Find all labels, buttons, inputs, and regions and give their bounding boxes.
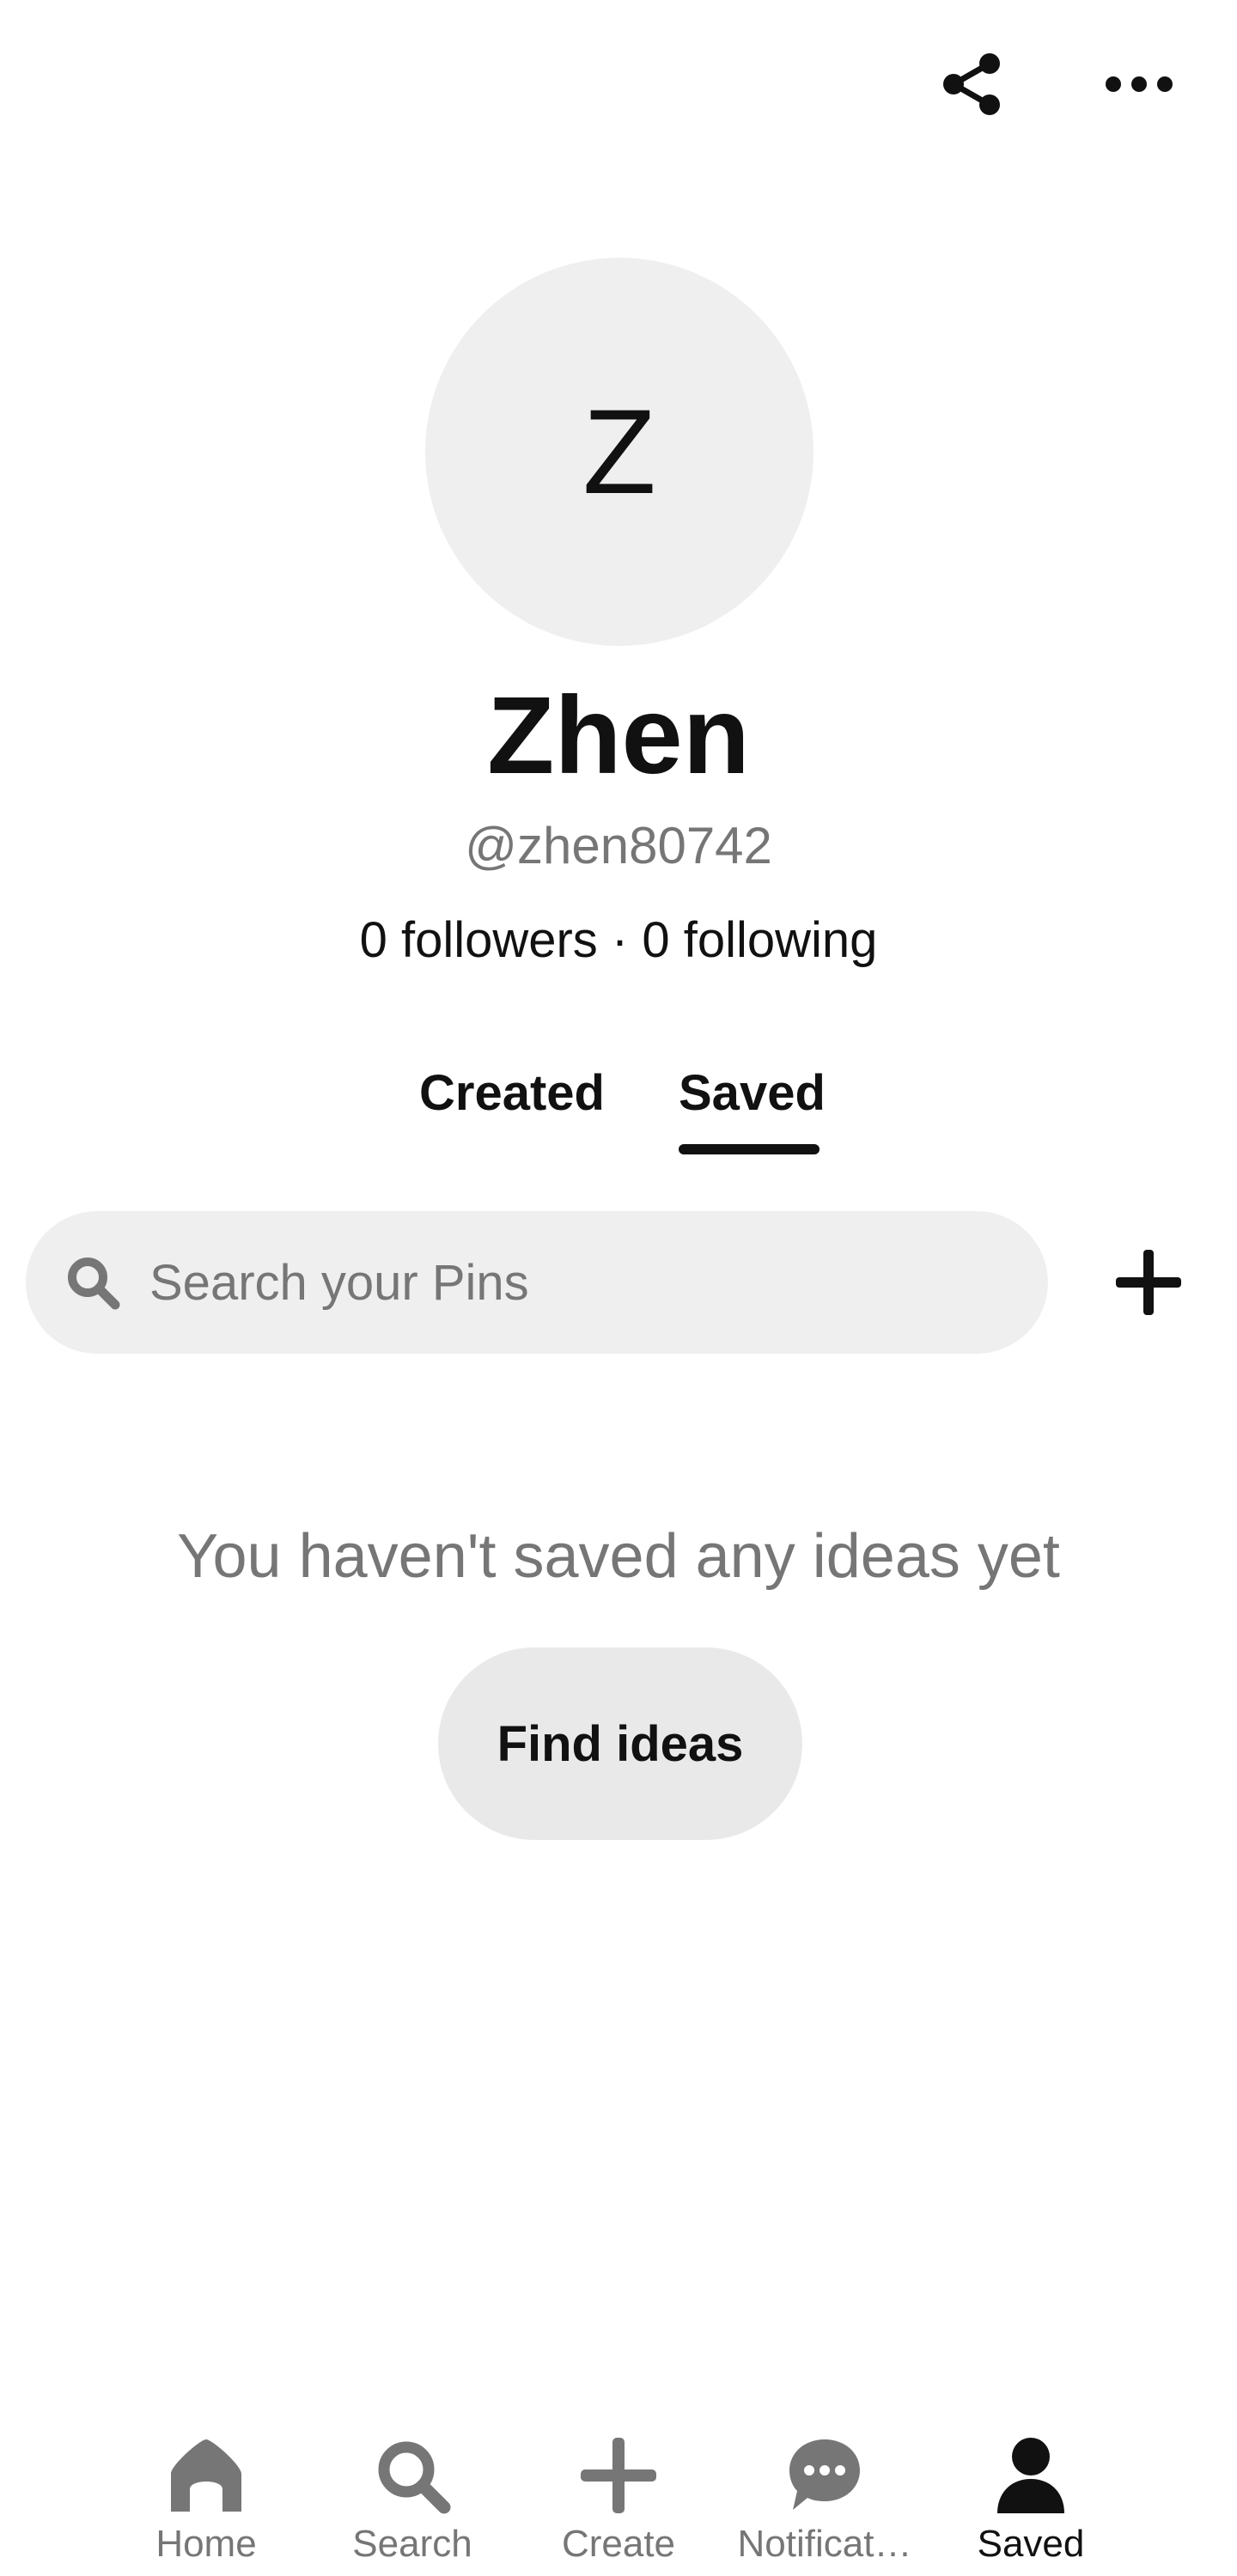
share-button[interactable] <box>929 41 1015 127</box>
profile-name: Zhen <box>487 674 750 797</box>
profile-handle: @zhen80742 <box>465 817 772 874</box>
nav-item-saved[interactable]: Saved <box>928 2421 1134 2576</box>
nav-item-search[interactable]: Search <box>309 2421 515 2576</box>
nav-label-home: Home <box>155 2523 257 2565</box>
empty-state-message: You haven't saved any ideas yet <box>177 1522 1060 1591</box>
active-tab-indicator <box>679 1144 820 1154</box>
nav-label-notifications: Notificat… <box>737 2523 912 2565</box>
search-icon <box>64 1253 122 1312</box>
plus-icon <box>1116 1250 1181 1315</box>
more-options-button[interactable] <box>1096 41 1182 127</box>
ellipsis-icon <box>1106 76 1173 92</box>
tab-created[interactable]: Created <box>419 1063 605 1124</box>
avatar-initial: Z <box>582 384 656 519</box>
search-icon <box>309 2433 515 2518</box>
nav-label-saved: Saved <box>977 2523 1085 2565</box>
nav-item-create[interactable]: Create <box>515 2421 722 2576</box>
add-board-button[interactable] <box>1101 1235 1196 1330</box>
find-ideas-button[interactable]: Find ideas <box>438 1647 802 1840</box>
nav-label-search: Search <box>352 2523 472 2565</box>
person-icon <box>928 2433 1134 2518</box>
home-icon <box>103 2433 309 2518</box>
avatar[interactable]: Z <box>425 258 813 646</box>
search-placeholder: Search your Pins <box>149 1254 529 1311</box>
share-icon <box>943 53 1000 115</box>
nav-item-home[interactable]: Home <box>103 2421 309 2576</box>
search-input[interactable]: Search your Pins <box>26 1211 1048 1354</box>
chat-bubble-icon <box>722 2433 928 2518</box>
nav-label-create: Create <box>561 2523 676 2565</box>
plus-icon <box>515 2433 722 2518</box>
follow-stats[interactable]: 0 followers · 0 following <box>0 910 1237 971</box>
nav-item-notifications[interactable]: Notificat… <box>722 2421 928 2576</box>
tab-saved[interactable]: Saved <box>679 1063 826 1124</box>
bottom-navigation: Home Search Create Notificat… Saved <box>0 2421 1237 2576</box>
